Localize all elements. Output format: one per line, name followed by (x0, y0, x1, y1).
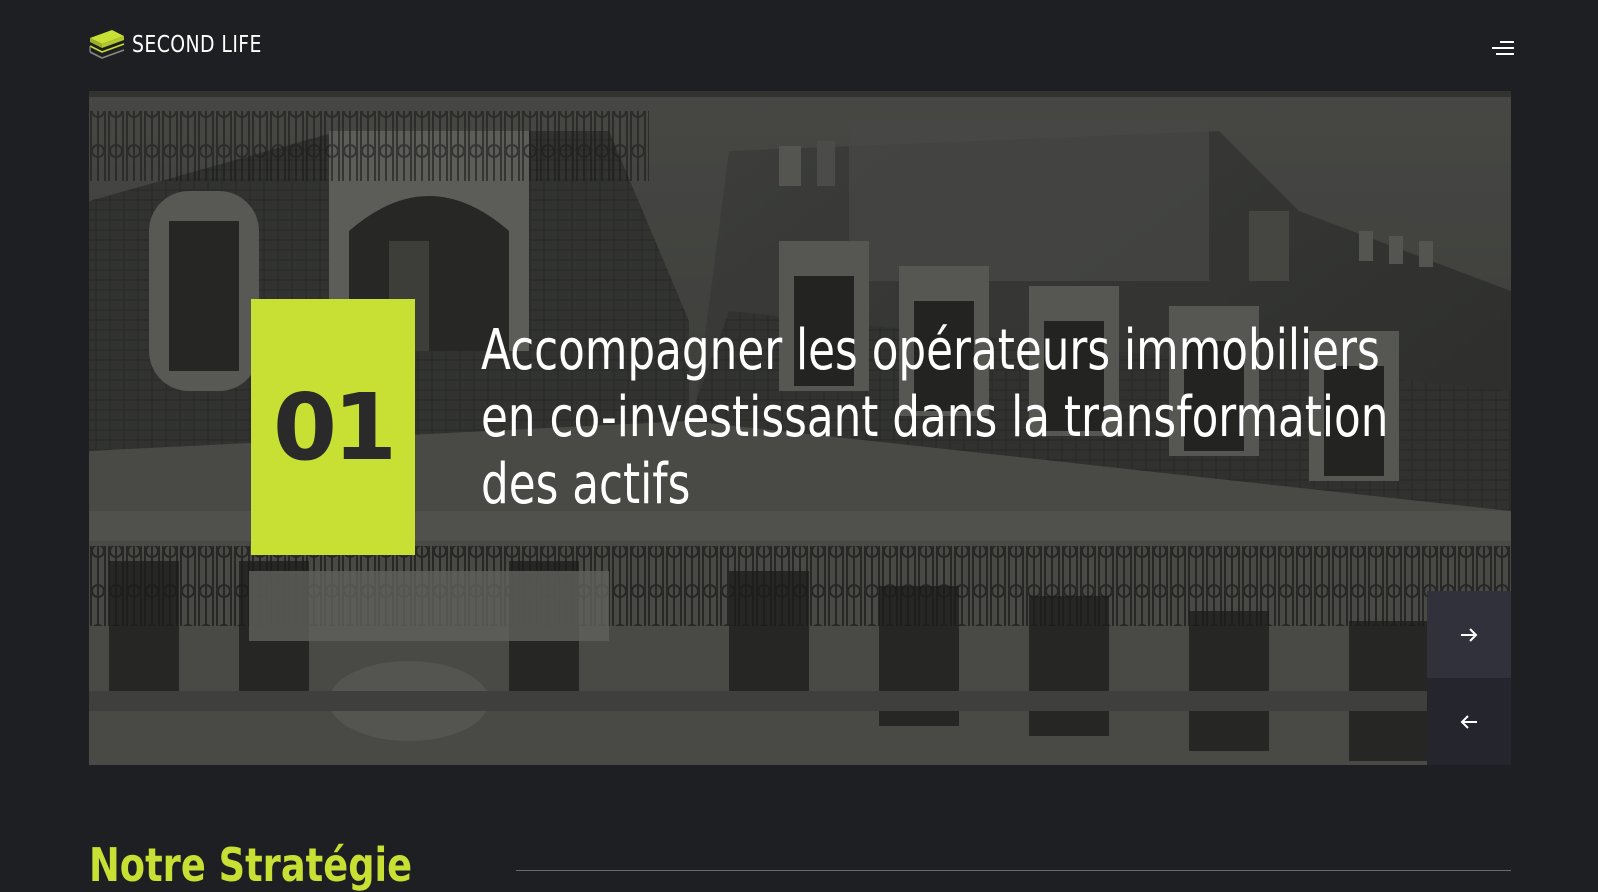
section-divider (516, 870, 1511, 871)
hamburger-menu-icon (1500, 41, 1514, 43)
brand-name: SECOND LIFE (132, 32, 262, 58)
stacked-layers-logo-icon (89, 30, 125, 59)
hero-headline: Accompagner les opérateurs immobiliers e… (481, 318, 1389, 517)
slide-number: 01 (272, 373, 397, 481)
brand-logo[interactable]: SECOND LIFE (88, 26, 290, 64)
site-header: SECOND LIFE (0, 0, 1598, 90)
slide-number-box: 01 (251, 299, 415, 555)
menu-button[interactable] (1484, 36, 1514, 60)
next-slide-button[interactable] (1427, 591, 1511, 678)
hero-slider: 01 Accompagner les opérateurs immobilier… (89, 91, 1511, 765)
arrow-right-icon (1461, 627, 1478, 642)
arrow-left-icon (1460, 714, 1477, 729)
strategy-section-title: Notre Stratégie (89, 838, 413, 892)
previous-slide-button[interactable] (1427, 678, 1511, 765)
